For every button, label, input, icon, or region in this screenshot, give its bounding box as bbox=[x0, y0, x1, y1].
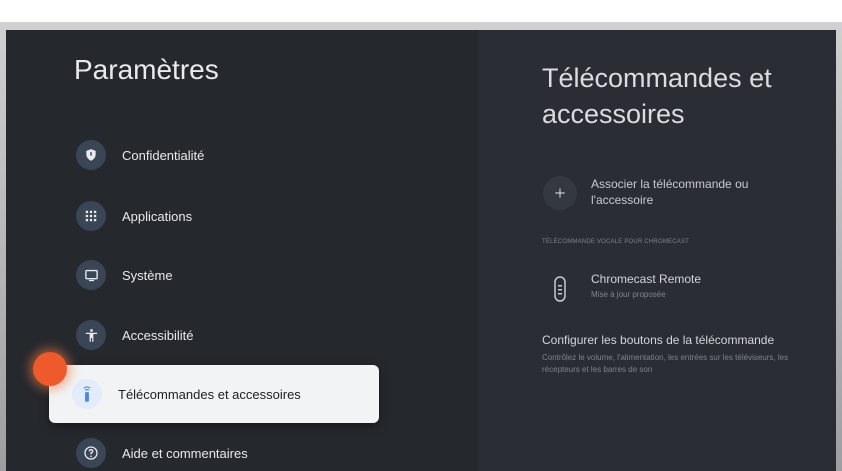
menu-item-label: Télécommandes et accessoires bbox=[118, 386, 301, 402]
pair-accessory-button[interactable]: Associer la télécommande ou l'accessoire bbox=[543, 176, 781, 210]
accessibility-icon bbox=[76, 320, 106, 350]
menu-item-label: Aide et commentaires bbox=[122, 445, 248, 461]
menu-item-label: Applications bbox=[122, 208, 193, 224]
pair-accessory-label: Associer la télécommande ou l'accessoire bbox=[591, 177, 749, 207]
menu-item-remotes-accessories[interactable]: Télécommandes et accessoires bbox=[49, 365, 379, 423]
help-icon bbox=[76, 438, 106, 468]
detail-title: Télécommandes et accessoires bbox=[542, 63, 772, 129]
page-title: Paramètres bbox=[74, 54, 219, 85]
menu-item-label: Système bbox=[122, 267, 173, 283]
settings-panel: Paramètres Confidentialité Applications bbox=[6, 30, 478, 471]
menu-item-accessibility[interactable]: Accessibilité bbox=[76, 315, 436, 355]
tv-screen: Paramètres Confidentialité Applications bbox=[6, 30, 836, 471]
apps-grid-icon bbox=[76, 201, 106, 231]
menu-item-privacy[interactable]: Confidentialité bbox=[76, 135, 436, 175]
menu-item-label: Accessibilité bbox=[122, 327, 194, 343]
remote-status: Mise à jour proposée bbox=[591, 290, 666, 299]
menu-item-apps[interactable]: Applications bbox=[76, 196, 436, 236]
remote-device-icon bbox=[553, 275, 567, 303]
menu-item-label: Confidentialité bbox=[122, 147, 205, 163]
touch-indicator bbox=[33, 352, 67, 386]
configure-buttons-item[interactable]: Configurer les boutons de la télécommand… bbox=[542, 333, 774, 347]
plus-icon bbox=[543, 176, 577, 210]
menu-item-help-feedback[interactable]: Aide et commentaires bbox=[76, 433, 436, 471]
monitor-icon bbox=[76, 260, 106, 290]
remote-name: Chromecast Remote bbox=[591, 272, 702, 286]
section-header: TÉLÉCOMMANDE VOCALE POUR CHROMECAST bbox=[542, 239, 690, 245]
shield-icon bbox=[76, 140, 106, 170]
tv-frame: Paramètres Confidentialité Applications bbox=[0, 22, 842, 471]
configure-buttons-description: Contrôlez le volume, l'alimentation, les… bbox=[542, 353, 789, 374]
chromecast-remote-item[interactable]: Chromecast Remote Mise à jour proposée bbox=[553, 271, 701, 303]
remote-icon bbox=[72, 379, 102, 409]
menu-item-system[interactable]: Système bbox=[76, 255, 436, 295]
remote-info: Chromecast Remote Mise à jour proposée bbox=[591, 271, 701, 299]
